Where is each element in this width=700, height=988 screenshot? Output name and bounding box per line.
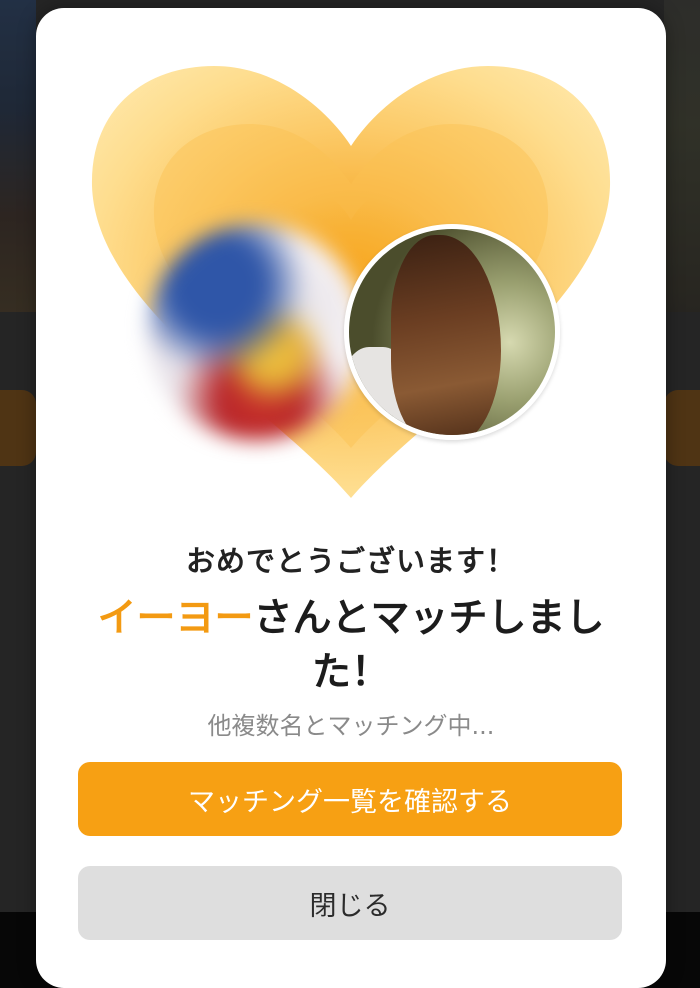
match-hero — [36, 8, 666, 508]
match-message-suffix: さんとマッチしました！ — [253, 596, 605, 695]
view-matches-button[interactable]: マッチング一覧を確認する — [78, 762, 622, 836]
match-message: イーヨーさんとマッチしました！ — [86, 592, 616, 700]
matching-status-text: 他複数名とマッチング中... — [207, 712, 495, 740]
congrats-text: おめでとうございます！ — [185, 544, 516, 578]
match-dialog: おめでとうございます！ イーヨーさんとマッチしました！ 他複数名とマッチング中.… — [36, 8, 666, 988]
avatar-hair — [391, 235, 501, 435]
close-button[interactable]: 閉じる — [78, 866, 622, 940]
match-avatar — [344, 224, 560, 440]
match-user-name: イーヨー — [97, 596, 254, 641]
view-matches-button-label: マッチング一覧を確認する — [188, 786, 512, 818]
my-avatar — [148, 224, 364, 440]
close-button-label: 閉じる — [309, 890, 391, 922]
